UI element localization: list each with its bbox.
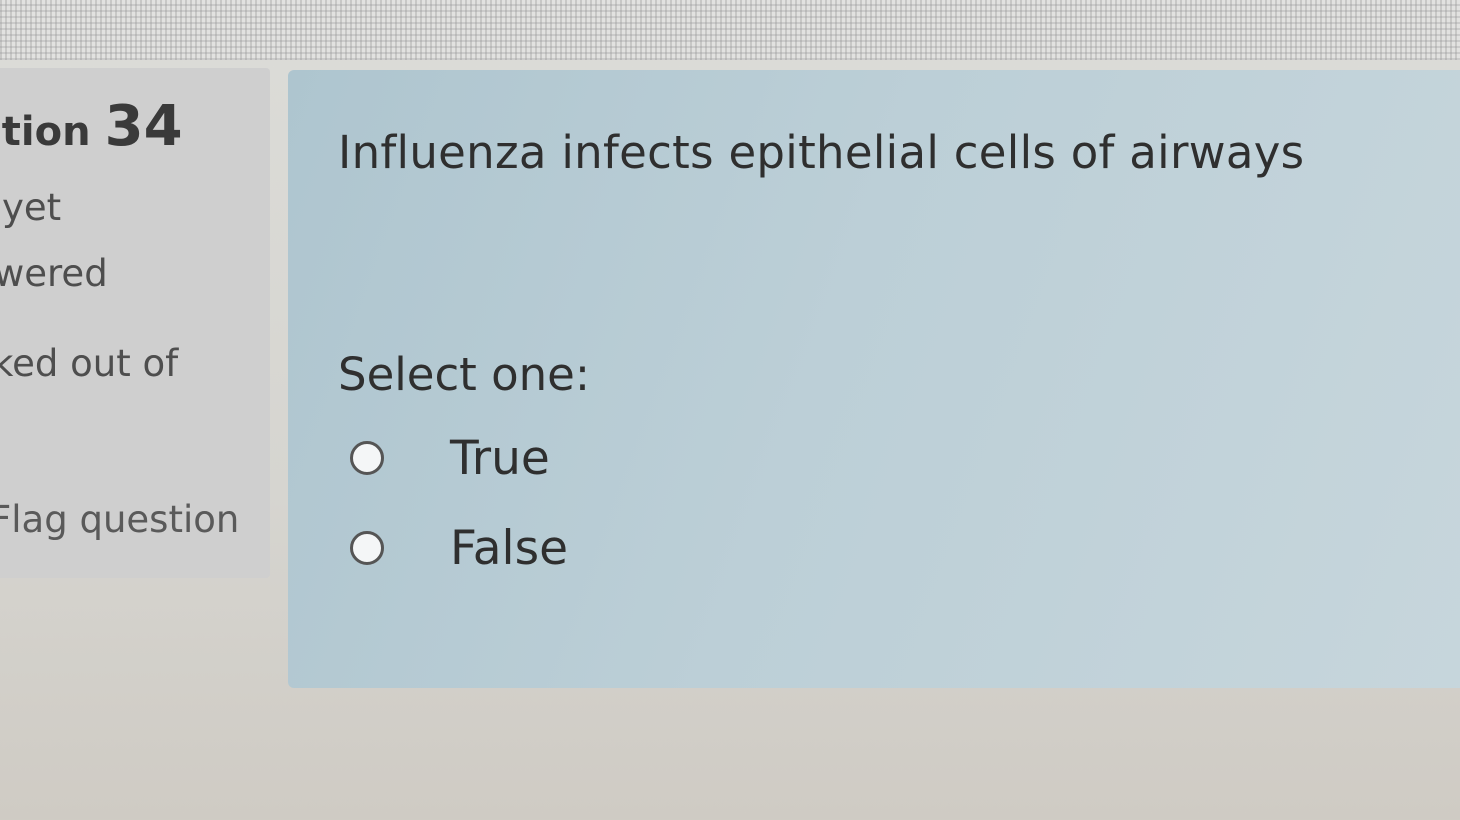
state-text-line2: wered bbox=[0, 252, 108, 295]
state-text-line1: yet bbox=[2, 186, 62, 229]
answer-label-true: True bbox=[450, 430, 550, 486]
grade-text-line1: ked out of bbox=[0, 342, 179, 385]
select-one-prompt: Select one: bbox=[338, 348, 591, 401]
answer-option-false[interactable]: False bbox=[350, 518, 568, 578]
question-number-heading: stion 34 bbox=[0, 94, 183, 159]
question-content-panel: Influenza infects epithelial cells of ai… bbox=[288, 70, 1460, 688]
question-text: Influenza infects epithelial cells of ai… bbox=[338, 126, 1305, 179]
question-info-panel: stion34 yet wered ked out of ) Flag ques… bbox=[0, 68, 270, 578]
question-label: stion bbox=[0, 109, 91, 155]
answer-label-false: False bbox=[450, 520, 568, 576]
radio-button-false[interactable] bbox=[350, 531, 384, 565]
top-banner bbox=[0, 0, 1460, 60]
flag-question-link[interactable]: Flag question bbox=[0, 498, 239, 541]
answer-option-true[interactable]: True bbox=[350, 428, 550, 488]
question-number: 34 bbox=[104, 94, 183, 159]
radio-button-true[interactable] bbox=[350, 441, 384, 475]
